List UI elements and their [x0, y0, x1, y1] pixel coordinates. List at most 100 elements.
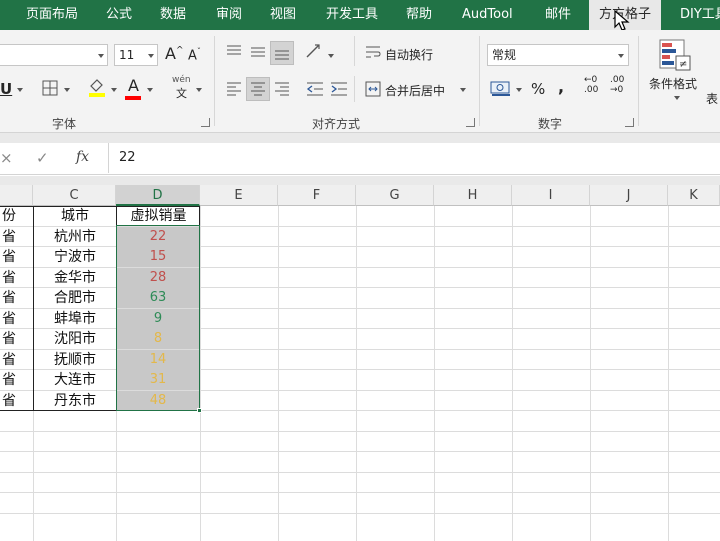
table-header-city[interactable]: 城市 — [34, 206, 116, 226]
table-cell-sales[interactable]: 22 — [117, 227, 199, 247]
column-header-g[interactable]: G — [356, 185, 434, 206]
table-cell-sales[interactable]: 14 — [117, 350, 199, 370]
cancel-icon[interactable]: × — [0, 149, 13, 167]
table-cell-city[interactable]: 蚌埠市 — [34, 309, 116, 329]
table-cell-province[interactable]: 省 — [0, 391, 33, 411]
ribbon-separator — [354, 76, 355, 102]
table-cell-province[interactable]: 省 — [0, 329, 33, 349]
font-name-box[interactable] — [0, 44, 108, 66]
ribbon-separator — [479, 36, 480, 126]
column-header-i[interactable]: I — [512, 185, 590, 206]
wrap-text-button[interactable]: 自动换行 — [385, 46, 433, 63]
percent-button[interactable]: % — [531, 80, 545, 98]
column-header-d[interactable]: D — [116, 185, 200, 206]
table-cell-province[interactable]: 省 — [0, 370, 33, 390]
confirm-icon[interactable]: ✓ — [36, 149, 49, 167]
decrease-decimal-button[interactable]: .00 →0 — [610, 75, 624, 95]
merge-center-icon[interactable] — [365, 81, 381, 97]
chevron-down-icon — [516, 88, 522, 92]
table-cell-city[interactable]: 沈阳市 — [34, 329, 116, 349]
font-dialog-launcher-icon[interactable] — [201, 118, 210, 127]
increase-decimal-button[interactable]: ←0.00 — [584, 75, 598, 95]
align-right-icon[interactable] — [274, 81, 290, 97]
table-header-sales[interactable]: 虚拟销量 — [117, 206, 200, 226]
alignment-dialog-launcher-icon[interactable] — [466, 118, 475, 127]
accounting-format-icon[interactable] — [490, 79, 512, 97]
number-format-value: 常规 — [492, 48, 517, 62]
grow-font-button[interactable]: A^ — [165, 44, 184, 63]
table-cell-province[interactable]: 省 — [0, 288, 33, 308]
table-cell-province[interactable]: 省 — [0, 309, 33, 329]
table-cell-province[interactable]: 省 — [0, 247, 33, 267]
table-cell-city[interactable]: 杭州市 — [34, 227, 116, 247]
table-cell-sales[interactable]: 8 — [117, 329, 199, 349]
table-cell-sales[interactable]: 28 — [117, 268, 199, 288]
grid-top-gap — [0, 176, 720, 185]
wrap-text-icon[interactable] — [365, 44, 381, 60]
tab-audtool[interactable]: AudTool — [462, 0, 513, 30]
chevron-down-icon — [148, 54, 154, 58]
increase-decimal-icon-lower: .00 — [584, 85, 599, 95]
font-color-button[interactable]: A — [128, 76, 139, 95]
align-top-icon[interactable] — [226, 44, 242, 60]
number-dialog-launcher-icon[interactable] — [625, 118, 634, 127]
tab-help[interactable]: 帮助 — [406, 0, 432, 30]
table-cell-sales[interactable]: 63 — [117, 288, 199, 308]
table-cell-city[interactable]: 金华市 — [34, 268, 116, 288]
underline-button[interactable]: U — [0, 80, 12, 98]
decrease-indent-icon[interactable] — [306, 81, 324, 97]
table-cell-city[interactable]: 宁波市 — [34, 247, 116, 267]
formula-bar: × ✓ fx 22 — [0, 143, 720, 175]
format-as-table-button[interactable]: 表 — [706, 90, 718, 107]
column-header-f[interactable]: F — [278, 185, 356, 206]
increase-indent-icon[interactable] — [330, 81, 348, 97]
formula-bar-gap — [0, 133, 720, 143]
column-header-j[interactable]: J — [590, 185, 668, 206]
table-cell-sales[interactable]: 31 — [117, 370, 199, 390]
column-header-c[interactable]: C — [33, 185, 116, 206]
fill-handle[interactable] — [197, 408, 202, 413]
tab-page-layout[interactable]: 页面布局 — [26, 0, 78, 30]
table-cell-sales[interactable]: 9 — [117, 309, 199, 329]
column-header-e[interactable]: E — [200, 185, 278, 206]
fill-color-icon[interactable] — [87, 77, 107, 97]
table-cell-province[interactable]: 省 — [0, 227, 33, 247]
tab-formulas[interactable]: 公式 — [106, 0, 132, 30]
column-header-h[interactable]: H — [434, 185, 512, 206]
tab-review[interactable]: 审阅 — [216, 0, 242, 30]
table-cell-sales[interactable]: 15 — [117, 247, 199, 267]
border-icon[interactable] — [42, 80, 58, 96]
align-middle-icon[interactable] — [250, 44, 266, 60]
grow-font-icon: A — [165, 44, 176, 63]
comma-button[interactable]: , — [558, 77, 564, 96]
column-header-k[interactable]: K — [668, 185, 720, 206]
table-cell-province[interactable]: 份 — [0, 206, 33, 226]
tab-data[interactable]: 数据 — [160, 0, 186, 30]
insert-function-button[interactable]: fx — [76, 149, 89, 165]
tab-mail[interactable]: 邮件 — [545, 0, 571, 30]
table-cell-city[interactable]: 大连市 — [34, 370, 116, 390]
number-format-box[interactable]: 常规 — [487, 44, 629, 66]
spreadsheet-grid[interactable]: C D E F G H I J K 份 城市 虚拟销量 省 杭州市 22 省 宁… — [0, 185, 720, 541]
table-cell-sales[interactable]: 48 — [117, 391, 199, 411]
shrink-font-button[interactable]: Aˇ — [188, 47, 201, 63]
tab-developer[interactable]: 开发工具 — [326, 0, 378, 30]
ribbon-separator — [638, 36, 639, 126]
tab-diy-tools[interactable]: DIY工具 — [680, 0, 720, 30]
table-cell-province[interactable]: 省 — [0, 350, 33, 370]
column-header-b[interactable] — [0, 185, 33, 206]
table-cell-city[interactable]: 丹东市 — [34, 391, 116, 411]
text-orientation-icon[interactable] — [305, 43, 323, 61]
phonetic-button[interactable]: wén — [172, 75, 191, 85]
increase-decimal-icon: ←0 — [584, 75, 598, 85]
merge-center-button[interactable]: 合并后居中 — [385, 82, 445, 99]
table-cell-city[interactable]: 合肥市 — [34, 288, 116, 308]
alignment-group-label: 对齐方式 — [312, 117, 361, 131]
conditional-format-button[interactable]: 条件格式 — [649, 75, 697, 92]
align-left-icon[interactable] — [226, 81, 242, 97]
conditional-format-icon[interactable]: ≠ — [658, 38, 692, 72]
tab-view[interactable]: 视图 — [270, 0, 296, 30]
table-cell-province[interactable]: 省 — [0, 268, 33, 288]
formula-input[interactable]: 22 — [108, 143, 720, 173]
table-cell-city[interactable]: 抚顺市 — [34, 350, 116, 370]
